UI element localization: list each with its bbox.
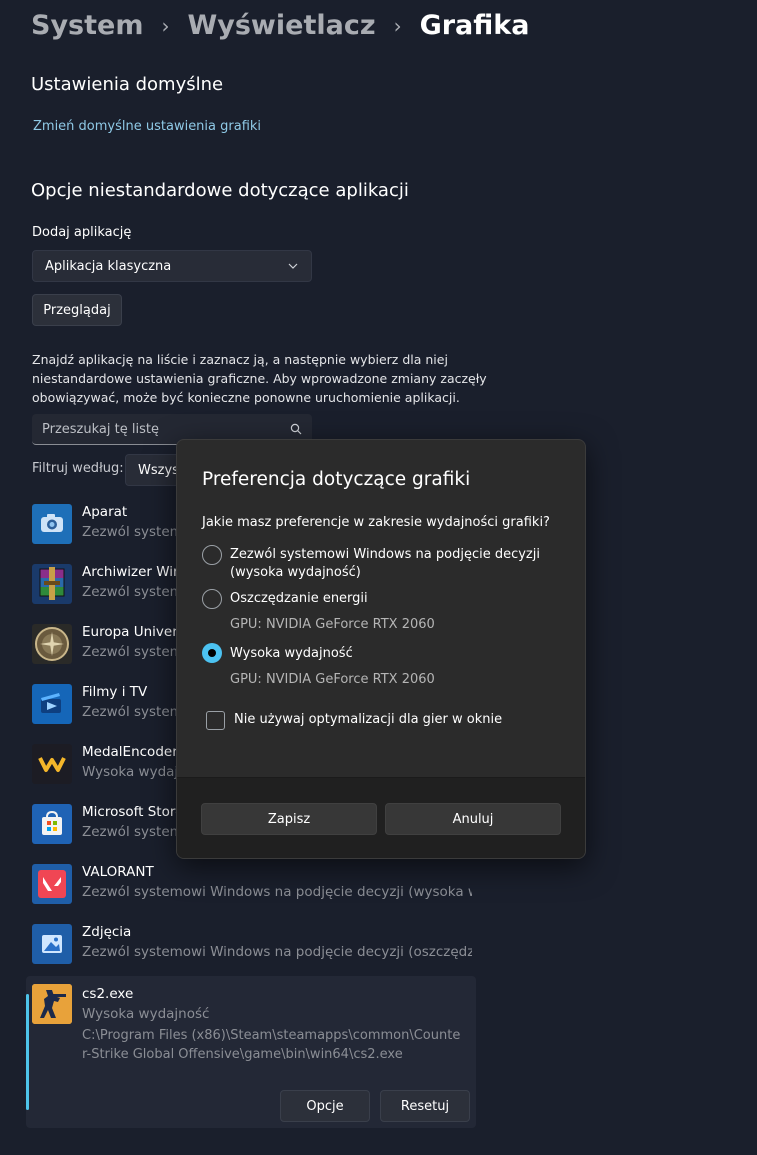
app-name: Zdjęcia [82, 924, 132, 940]
breadcrumb-graphics: Grafika [419, 10, 530, 41]
app-name: Archiwizer Winl [82, 564, 186, 580]
breadcrumb-system[interactable]: System [31, 10, 143, 41]
search-placeholder: Przeszukaj tę listę [42, 421, 159, 437]
radio-let-windows-decide[interactable] [202, 545, 222, 565]
selected-app-status: Wysoka wydajność [82, 1006, 210, 1022]
dialog-title: Preferencja dotyczące grafiki [202, 469, 471, 490]
list-item[interactable]: VALORANT Zezwól systemowi Windows na pod… [32, 864, 472, 920]
cancel-button[interactable]: Anuluj [385, 803, 561, 835]
app-name: Filmy i TV [82, 684, 148, 700]
app-status: Zezwól systemowi Windows na podjęcie dec… [82, 944, 472, 960]
radio-high-performance[interactable] [202, 643, 222, 663]
instructions-text: Znajdź aplikację na liście i zaznacz ją,… [32, 352, 487, 405]
filter-label: Filtruj według: [32, 461, 124, 476]
add-app-label: Dodaj aplikację [32, 225, 132, 240]
app-name: MedalEncoder [82, 744, 178, 760]
app-name: Europa Univers [82, 624, 185, 640]
selected-app-path: C:\Program Files (x86)\Steam\steamapps\c… [82, 1028, 461, 1062]
windowed-optimization-label[interactable]: Nie używaj optymalizacji dla gier w okni… [234, 712, 502, 727]
save-button[interactable]: Zapisz [201, 803, 377, 835]
movies-tv-icon [32, 684, 72, 724]
graphics-preference-dialog: Preferencja dotyczące grafiki Jakie masz… [176, 439, 586, 859]
radio-power-saving[interactable] [202, 589, 222, 609]
option-let-windows-decide-label[interactable]: Zezwól systemowi Windows na podjęcie dec… [230, 546, 550, 582]
windowed-optimization-checkbox[interactable] [206, 711, 225, 730]
high-performance-gpu: GPU: NVIDIA GeForce RTX 2060 [230, 672, 435, 687]
custom-options-heading: Opcje niestandardowe dotyczące aplikacji [31, 180, 409, 201]
options-button[interactable]: Opcje [280, 1090, 370, 1122]
app-name: Microsoft Store [82, 804, 184, 820]
breadcrumb-display[interactable]: Wyświetlacz [187, 10, 375, 41]
chevron-down-icon [288, 263, 298, 269]
chevron-right-icon: › [393, 13, 402, 38]
breadcrumb: System › Wyświetlacz › Grafika [31, 10, 529, 41]
app-name: VALORANT [82, 864, 154, 880]
dialog-footer: Zapisz Anuluj [177, 777, 585, 858]
valorant-icon [32, 864, 72, 904]
dialog-question: Jakie masz preferencje w zakresie wydajn… [202, 515, 550, 530]
winrar-icon [32, 564, 72, 604]
app-name: Aparat [82, 504, 128, 520]
reset-button[interactable]: Resetuj [380, 1090, 470, 1122]
selected-app-name: cs2.exe [82, 986, 134, 1002]
option-power-saving-label[interactable]: Oszczędzanie energii [230, 590, 550, 608]
app-status: Zezwól systemowi Windows na podjęcie dec… [82, 884, 472, 900]
camera-icon [32, 504, 72, 544]
store-icon [32, 804, 72, 844]
app-type-value: Aplikacja klasyczna [45, 258, 172, 274]
defaults-heading: Ustawienia domyślne [31, 74, 224, 95]
browse-button[interactable]: Przeglądaj [32, 294, 122, 326]
option-high-performance-label[interactable]: Wysoka wydajność [230, 645, 550, 663]
selection-indicator [26, 994, 29, 1110]
chevron-right-icon: › [161, 13, 170, 38]
search-icon [290, 423, 302, 435]
app-type-dropdown[interactable]: Aplikacja klasyczna [32, 250, 312, 282]
power-saving-gpu: GPU: NVIDIA GeForce RTX 2060 [230, 617, 435, 632]
europa-universalis-icon [32, 624, 72, 664]
list-item[interactable]: Zdjęcia Zezwól systemowi Windows na podj… [32, 924, 472, 980]
photos-icon [32, 924, 72, 964]
cs2-icon [32, 984, 72, 1024]
medal-icon [32, 744, 72, 784]
change-default-graphics-link[interactable]: Zmień domyślne ustawienia grafiki [33, 119, 261, 134]
